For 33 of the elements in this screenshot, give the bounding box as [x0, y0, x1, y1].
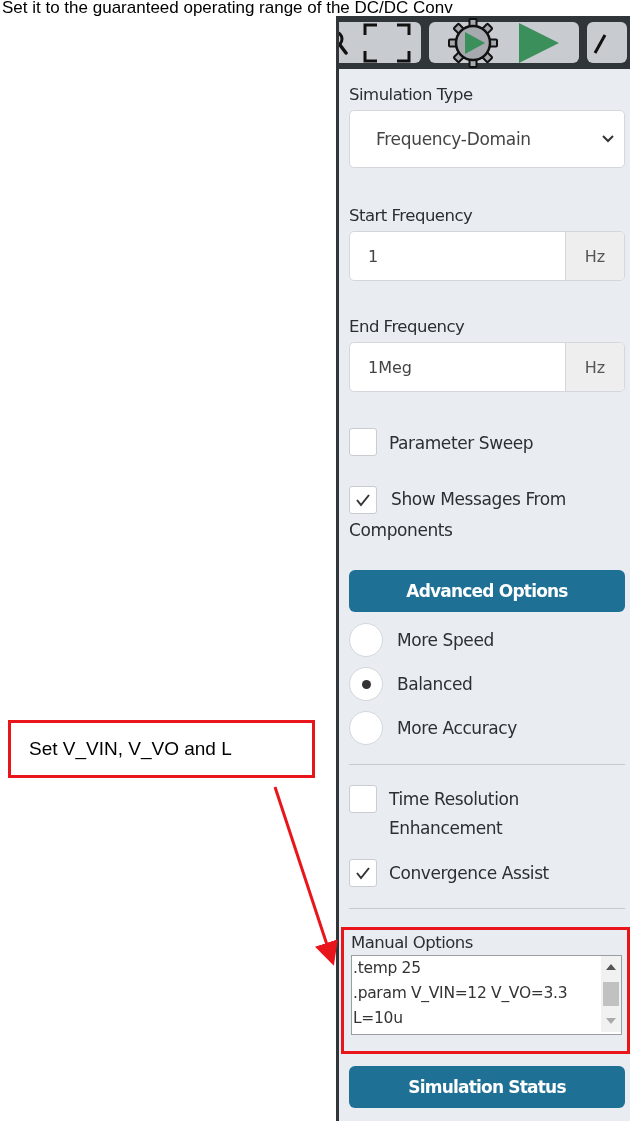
scrollbar[interactable] [601, 956, 621, 1032]
field-label: Start Frequency [349, 206, 474, 225]
radio-button[interactable] [349, 623, 383, 657]
field-label: Simulation Type [349, 85, 474, 104]
gear-play-icon [447, 16, 499, 69]
checkbox[interactable] [349, 486, 377, 514]
manual-options-field[interactable]: .temp 25 .param V_VIN=12 V_VO=3.3 L=10u [351, 955, 622, 1035]
simulation-type-select[interactable]: Frequency-Domain [349, 110, 625, 168]
checkbox-label: Time Resolution Enhancement [389, 788, 520, 840]
simulation-status-button[interactable]: Simulation Status [349, 1066, 625, 1108]
radio-label: More Speed [397, 628, 494, 652]
radio-button[interactable] [349, 667, 383, 701]
field-label: Manual Options [351, 933, 474, 952]
field-label: End Frequency [349, 317, 466, 336]
advanced-options-button[interactable]: Advanced Options [349, 570, 625, 612]
checkbox[interactable] [349, 785, 377, 813]
chart-toolbar-button[interactable] [587, 22, 627, 63]
callout-box: Set V_VIN, V_VO and L [8, 720, 315, 778]
checkmark-icon [355, 866, 371, 880]
intro-text: Set it to the guaranteed operating range of the DC/DC Conv [1, 0, 454, 16]
checkbox-label: Parameter Sweep [389, 432, 534, 455]
chevron-down-icon [602, 135, 614, 143]
radio-label: More Accuracy [397, 716, 517, 740]
checkbox[interactable] [349, 859, 377, 887]
radio-label: Balanced [397, 672, 473, 696]
checkbox-label: Convergence Assist [389, 862, 549, 885]
play-icon [517, 20, 561, 65]
checkbox[interactable] [349, 428, 377, 456]
checkmark-icon [355, 493, 371, 507]
radio-button[interactable] [349, 711, 383, 745]
view-toolbar-button[interactable] [339, 22, 421, 63]
checkbox-label: Show Messages From Components [349, 484, 625, 546]
fullscreen-icon [363, 22, 411, 63]
